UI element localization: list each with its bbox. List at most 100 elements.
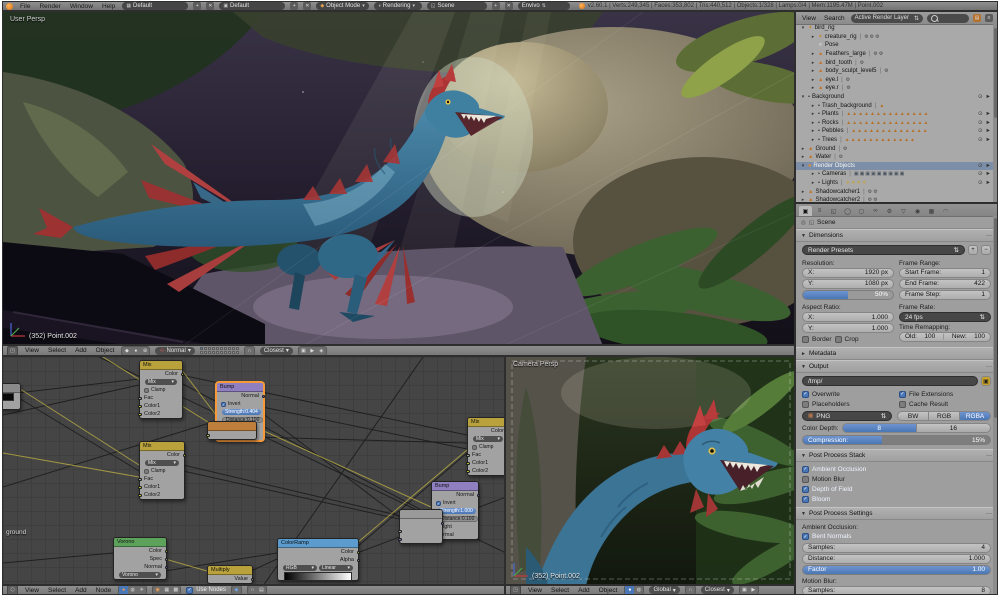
selectable-arrow-icon[interactable]: ► (986, 128, 991, 134)
cache-result-checkbox[interactable]: Cache Result (899, 399, 991, 409)
properties-scrollbar[interactable] (993, 216, 997, 594)
section-metadata[interactable]: ► Metadata (796, 347, 997, 360)
node-header[interactable]: ColorRamp (278, 539, 358, 548)
properties-tab-data[interactable]: ▽ (897, 206, 910, 216)
expander-icon[interactable]: ▸ (800, 154, 806, 160)
node-grey-partial[interactable] (398, 509, 444, 544)
expander-icon[interactable]: ▸ (800, 197, 806, 202)
cam-snap-target-dropdown[interactable]: Closest ▾ (700, 586, 734, 594)
cam-menu-add[interactable]: Add (576, 587, 592, 594)
node-dropdown[interactable]: RGB ▾ (283, 565, 317, 571)
expander-icon[interactable]: ▾ (800, 94, 806, 100)
bent-normals-checkbox[interactable]: ✓ Bent Normals (802, 532, 991, 542)
node-row-check[interactable]: ✓ Invert (432, 499, 478, 507)
visibility-eye-icon[interactable]: ⊙ (978, 128, 983, 134)
section-output[interactable]: ▼ Output — (796, 360, 997, 373)
expander-icon[interactable]: ▾ (800, 25, 806, 31)
expander-icon[interactable]: ▸ (800, 146, 806, 152)
node-row-check[interactable]: Clamp (140, 386, 182, 394)
cam-snap-buttons[interactable]: ∩ (684, 586, 696, 594)
socket-yellow[interactable] (180, 372, 184, 376)
outliner-row-pose[interactable]: ★ Pose (796, 41, 993, 50)
expander-icon[interactable]: ▸ (800, 189, 806, 195)
node-menu-node[interactable]: Node (94, 587, 114, 594)
expander-icon[interactable]: ▸ (810, 120, 816, 126)
outliner-menu-view[interactable]: View (800, 15, 818, 22)
outliner-scrollbar[interactable] (993, 24, 997, 202)
datablock-buttons[interactable]: ◆ (230, 586, 242, 594)
socket-grey[interactable] (138, 477, 142, 481)
properties-tab-physics[interactable]: ◠ (939, 206, 952, 216)
outliner-row-trash-background[interactable]: ▸ • Trash_background | ▲ (796, 101, 993, 110)
expander-icon[interactable]: ▸ (810, 51, 816, 57)
socket-grey[interactable] (356, 558, 360, 562)
properties-tab-render-layers[interactable]: ≡ (813, 206, 826, 216)
add-scene-button[interactable]: + (491, 2, 500, 10)
node-menu-select[interactable]: Select (46, 587, 68, 594)
node-row-ramp[interactable] (278, 571, 358, 581)
main-3d-viewport[interactable]: User Persp (352) Point.002 (2, 11, 795, 345)
node-header[interactable]: Bump (217, 383, 263, 392)
node-dropdown[interactable]: Mix ▾ (145, 379, 177, 385)
outliner-row-feathers-large[interactable]: ▸ ▲ Feathers_large | ⚙⚙ (796, 50, 993, 59)
expander-icon[interactable]: ▸ (810, 180, 816, 186)
node-left-partial[interactable] (3, 383, 21, 410)
node-header[interactable]: Vorono (114, 538, 166, 547)
outliner-row-shadowcatcher2[interactable]: ▸ ▲ Shadowcatcher2 | ⚙⚙ (796, 196, 993, 202)
node-row-check[interactable]: Clamp (468, 443, 504, 451)
properties-tab-constraints[interactable]: ∞ (869, 206, 882, 216)
visibility-eye-icon[interactable]: ⊙ (978, 120, 983, 126)
selectable-arrow-icon[interactable]: ► (986, 163, 991, 169)
end-frame-field[interactable]: End Frame: 422 (899, 278, 991, 289)
node-row-swatch[interactable] (3, 393, 20, 401)
node-colorramp[interactable]: ColorRamp Color Alpha RGB ▾ Linear ▾ (277, 538, 360, 581)
node-checkbox-clamp[interactable]: Clamp (144, 468, 165, 474)
node-row-dd[interactable]: Mix ▾ (468, 435, 504, 443)
expander-icon[interactable]: ▸ (810, 137, 816, 143)
scene-dropdown[interactable]: ◱ Scene (426, 2, 487, 10)
node-slider-strength[interactable]: Strength: 0.404 (222, 409, 261, 415)
add-screen-button[interactable]: + (290, 2, 299, 10)
outliner-row-creature-rig[interactable]: ▸ ✦ creature_rig | ⚙⚙⚙ (796, 33, 993, 42)
outliner-options-button[interactable]: ≡ (985, 14, 993, 22)
node-checkbox-clamp[interactable]: Clamp (144, 387, 165, 393)
expander-icon[interactable]: ▸ (810, 77, 816, 83)
outliner-row-plants[interactable]: ▸ • Plants | ▲▲▲▲▲▲▲▲▲▲▲▲▲▲ ⊙ ► (796, 110, 993, 119)
file-format-dropdown[interactable]: ▦ PNG ⇅ (802, 411, 893, 421)
node-row-check[interactable]: Clamp (140, 467, 184, 475)
placeholders-checkbox[interactable]: Placeholders (802, 399, 894, 409)
snap-buttons[interactable]: ∩ (243, 346, 255, 355)
node-header[interactable]: Mix (140, 361, 182, 370)
socket-yellow[interactable] (206, 433, 210, 437)
overwrite-checkbox[interactable]: ✓ Overwrite (802, 389, 894, 399)
screen-dropdown[interactable]: ▣ Default (219, 2, 286, 10)
node-editor[interactable]: Mix Color Mix ▾ Clamp Fac Color1 Color2 Bump Norm… (2, 356, 505, 585)
editor-type-icon[interactable]: ◳ (510, 586, 521, 594)
color-depth-buttons[interactable]: 8 16 (841, 423, 991, 433)
vp-menu-view[interactable]: View (23, 347, 41, 354)
socket-yellow[interactable] (466, 469, 470, 473)
expander-icon[interactable]: ▸ (810, 103, 816, 109)
node-dropdown[interactable]: Linear ▾ (319, 565, 353, 571)
motion-blur-checkbox[interactable]: Motion Blur (802, 474, 991, 484)
screen-layout-dropdown[interactable]: ▦ Default (122, 2, 189, 10)
outliner-row-body-sculpt-level5[interactable]: ▸ ▲ body_sculpt_level5 | ⚙ (796, 67, 993, 76)
outliner-row-background[interactable]: ▾ • Background ⊙ ► (796, 93, 993, 102)
compression-slider[interactable]: Compression: 15% (802, 435, 991, 445)
socket-purple[interactable] (398, 537, 402, 541)
socket-purple[interactable] (476, 493, 480, 497)
selectable-arrow-icon[interactable]: ► (986, 111, 991, 117)
shading-dropdown[interactable]: ◑ Rendering ▾ (373, 2, 422, 10)
shader-type-buttons[interactable]: ● ◍ ☀ (118, 586, 148, 594)
node-mix-2[interactable]: Mix Color Mix ▾ Clamp Fac Color1 Color2 (138, 441, 186, 500)
expander-icon[interactable]: ▸ (810, 34, 816, 40)
node-editor-icon[interactable]: ⬡ (7, 586, 18, 594)
node-group-vorono[interactable]: Vorono Color Spec Normal Vorono ▾ (113, 537, 168, 580)
selectable-arrow-icon[interactable]: ► (986, 120, 991, 126)
selectable-arrow-icon[interactable]: ► (986, 180, 991, 186)
outliner-row-cameras[interactable]: ▸ • Cameras | ▣▣▣▣▣▣▣▣▣ ⊙ ► (796, 170, 993, 179)
socket-yellow[interactable] (138, 412, 142, 416)
socket-grey[interactable] (138, 396, 142, 400)
bloom-checkbox[interactable]: ✓ Bloom (802, 494, 991, 504)
socket-yellow[interactable] (356, 550, 360, 554)
